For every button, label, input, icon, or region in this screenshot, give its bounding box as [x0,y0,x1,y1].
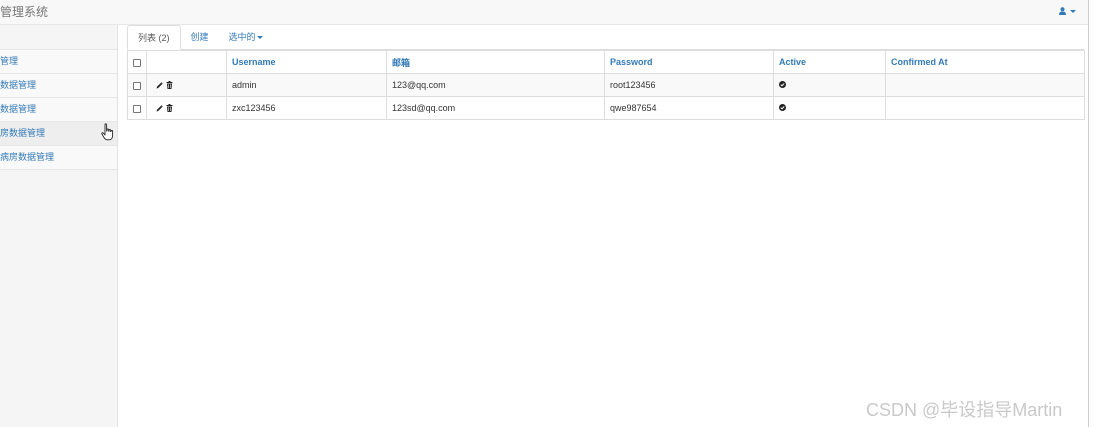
pencil-icon[interactable] [156,104,163,112]
cell-email: 123@qq.com [386,73,605,97]
tab-create[interactable]: 创建 [181,25,219,49]
tab-bar: 列表 (2) 创建 选中的 [127,25,1084,50]
sidebar-item-label: 管理 [0,56,19,66]
actions-header [146,50,227,74]
watermark: CSDN @毕设指导Martin [866,400,1063,420]
cell-confirmed-at [885,96,1085,120]
tab-selected-dropdown[interactable]: 选中的 [219,25,273,49]
select-all-cell [127,50,147,74]
sidebar-item-ward-data[interactable]: 病房数据管理 [0,146,117,170]
check-circle-icon [779,80,786,90]
tab-selected-label: 选中的 [228,32,256,42]
column-header-password[interactable]: Password [604,50,774,74]
trash-icon[interactable] [166,81,173,89]
tab-list[interactable]: 列表 (2) [127,25,181,50]
row-actions-cell [146,73,227,97]
cell-confirmed-at [885,73,1085,97]
row-checkbox[interactable] [133,81,141,90]
table-row: zxc123456 123sd@qq.com qwe987654 [127,96,1085,120]
column-header-email[interactable]: 邮箱 [386,50,605,74]
top-navbar: 管理系统 [0,0,1088,25]
sidebar-item-data-management[interactable]: 数据管理 [0,74,117,98]
sidebar-header [0,25,117,50]
app-title[interactable]: 管理系统 [0,3,48,20]
cell-active [773,96,886,120]
sidebar-item-label: 数据管理 [0,104,37,114]
page-right-edge [1088,0,1089,427]
table-header-row: Username 邮箱 Password Active Confirmed At [127,50,1085,74]
cell-active [773,73,886,97]
row-actions-cell [146,96,227,120]
column-header-active[interactable]: Active [773,50,886,74]
user-icon [1059,7,1066,15]
cell-username: zxc123456 [226,96,387,120]
sidebar: 管理 数据管理 数据管理 房数据管理 病房数据管理 [0,25,118,427]
row-checkbox[interactable] [133,104,141,113]
cell-email: 123sd@qq.com [386,96,605,120]
user-menu-toggle[interactable] [1059,7,1076,15]
table-row: admin 123@qq.com root123456 [127,73,1085,97]
cell-username: admin [226,73,387,97]
chevron-down-icon [256,36,263,40]
hand-pointer-icon [101,123,115,146]
select-all-checkbox[interactable] [133,58,141,67]
user-table: Username 邮箱 Password Active Confirmed At… [127,50,1085,120]
pencil-icon[interactable] [156,81,163,89]
check-circle-icon [779,103,786,113]
sidebar-item-label: 数据管理 [0,80,37,90]
chevron-down-icon [1070,9,1076,13]
sidebar-item-label: 病房数据管理 [0,152,55,162]
row-select-cell [127,96,147,120]
sidebar-item-management[interactable]: 管理 [0,50,117,74]
trash-icon[interactable] [166,104,173,112]
cell-password: root123456 [604,73,774,97]
sidebar-item-data-management-2[interactable]: 数据管理 [0,98,117,122]
row-select-cell [127,73,147,97]
column-header-username[interactable]: Username [226,50,387,74]
sidebar-item-label: 房数据管理 [0,128,46,138]
sidebar-item-room-data[interactable]: 房数据管理 [0,122,117,146]
column-header-confirmed-at[interactable]: Confirmed At [885,50,1085,74]
cell-password: qwe987654 [604,96,774,120]
